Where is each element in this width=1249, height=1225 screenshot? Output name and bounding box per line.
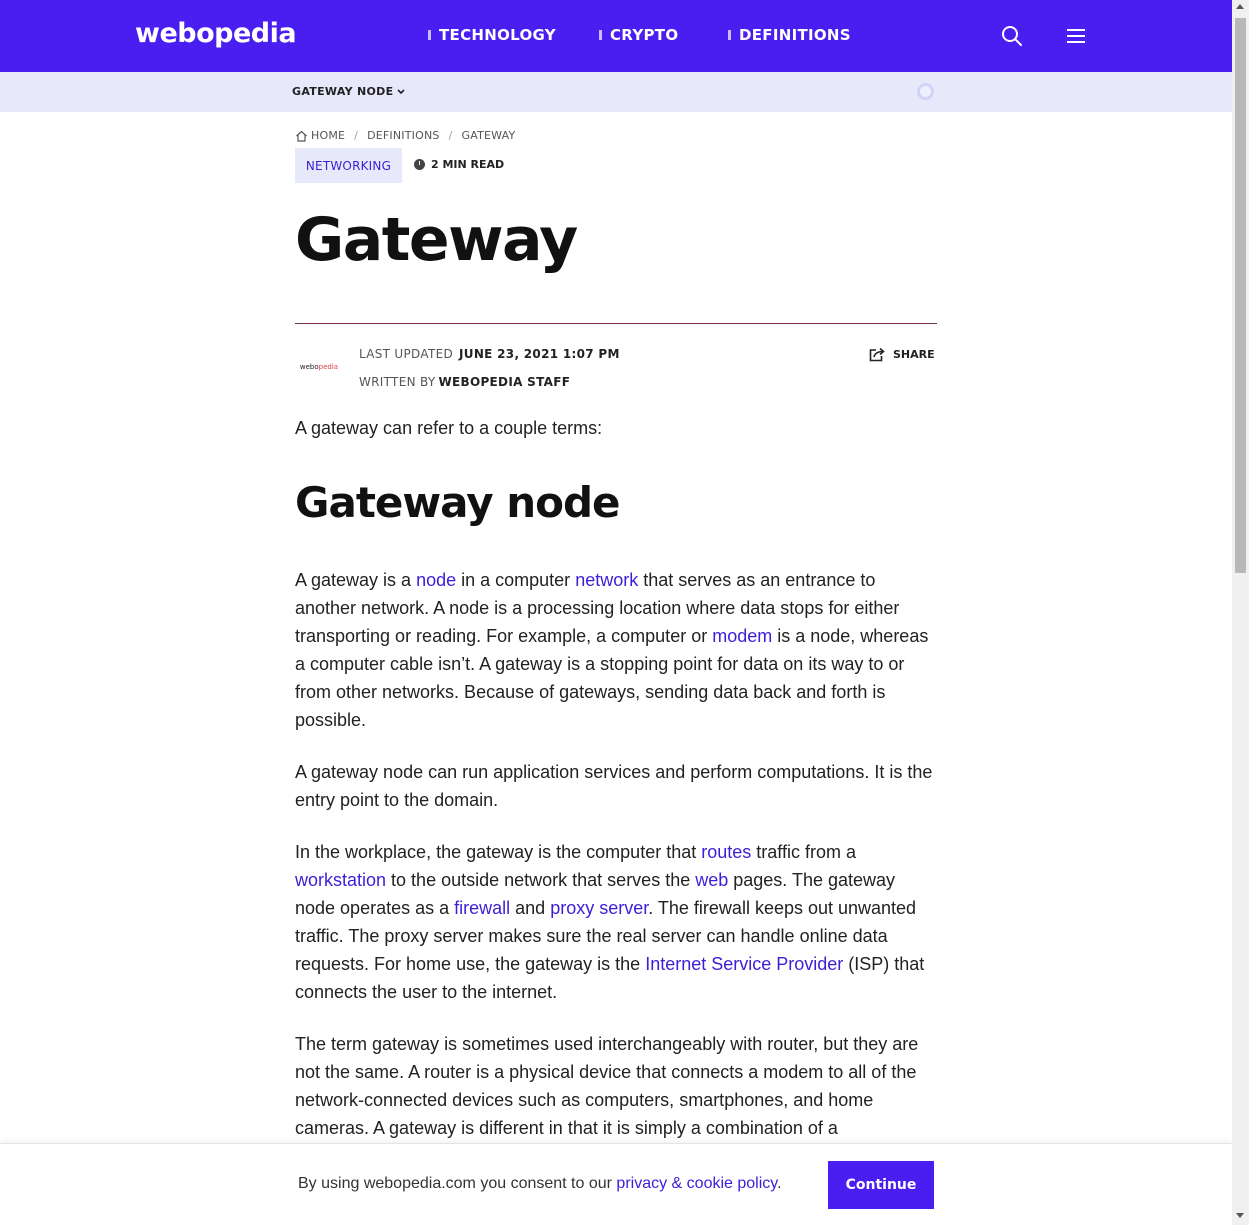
webopedia-logo[interactable]: webopedia xyxy=(135,18,297,49)
share-button[interactable]: SHARE xyxy=(869,347,935,362)
home-icon xyxy=(296,130,307,142)
link-routes[interactable]: routes xyxy=(701,842,751,862)
author-name[interactable]: WEBOPEDIA STAFF xyxy=(438,375,570,389)
author-avatar-text: webo xyxy=(299,363,319,371)
nav-marker-icon xyxy=(599,30,602,40)
top-navbar: webopedia TECHNOLOGY CRYPTO DEFINITIONS xyxy=(0,0,1232,72)
consent-text: By using webopedia.com you consent to ou… xyxy=(298,1175,617,1192)
link-proxy-server[interactable]: proxy server xyxy=(550,898,648,918)
continue-button[interactable]: Continue xyxy=(828,1161,934,1209)
article-paragraph: A gateway node can run application servi… xyxy=(295,762,933,810)
nav-marker-icon xyxy=(428,30,431,40)
link-workstation[interactable]: workstation xyxy=(295,870,386,890)
reading-progress-icon xyxy=(917,83,934,100)
share-label: SHARE xyxy=(893,348,935,361)
hamburger-menu-icon[interactable] xyxy=(1064,24,1088,48)
nav-link-definitions[interactable]: DEFINITIONS xyxy=(728,26,851,44)
last-updated-label: LAST UPDATED xyxy=(359,347,454,361)
breadcrumb-home[interactable]: HOME xyxy=(295,129,345,142)
text: in a computer xyxy=(456,570,576,590)
consent-message: By using webopedia.com you consent to ou… xyxy=(298,1175,782,1193)
page-title: Gateway xyxy=(295,205,578,275)
cookie-consent-banner: By using webopedia.com you consent to ou… xyxy=(0,1143,1232,1225)
breadcrumb-separator: / xyxy=(354,129,359,142)
privacy-policy-link[interactable]: privacy & cookie policy xyxy=(616,1175,777,1192)
search-icon[interactable] xyxy=(1000,24,1024,48)
written-by-label: WRITTEN BY xyxy=(359,375,436,389)
link-isp[interactable]: Internet Service Provider xyxy=(645,954,843,974)
scrollbar-thumb[interactable] xyxy=(1235,18,1246,573)
toc-dropdown[interactable]: GATEWAY NODE xyxy=(292,85,406,98)
author-avatar-text-accent: pedia xyxy=(318,363,339,371)
section-heading: Gateway node xyxy=(295,478,621,527)
breadcrumb-separator: / xyxy=(448,129,453,142)
text: In the workplace, the gateway is the com… xyxy=(295,842,702,862)
clock-icon xyxy=(414,159,425,170)
link-network[interactable]: network xyxy=(575,570,638,590)
link-firewall[interactable]: firewall xyxy=(454,898,510,918)
nav-link-crypto[interactable]: CRYPTO xyxy=(599,26,678,44)
text: traffic from a xyxy=(751,842,856,862)
nav-link-label: TECHNOLOGY xyxy=(439,26,556,44)
text: and xyxy=(510,898,551,918)
read-time: 2 MIN READ xyxy=(414,158,504,171)
breadcrumb-home-label: HOME xyxy=(311,129,346,142)
toc-dropdown-label: GATEWAY NODE xyxy=(292,85,394,98)
breadcrumb-gateway[interactable]: GATEWAY xyxy=(461,129,515,142)
link-node[interactable]: node xyxy=(416,570,456,590)
last-updated: LAST UPDATED JUNE 23, 2021 1:07 PM xyxy=(359,347,620,361)
scroll-up-icon[interactable] xyxy=(1236,4,1244,9)
title-divider xyxy=(295,323,937,324)
article-intro: A gateway can refer to a couple terms: xyxy=(295,418,603,438)
nav-link-label: CRYPTO xyxy=(610,26,679,44)
breadcrumb-definitions[interactable]: DEFINITIONS xyxy=(367,129,440,142)
article-paragraph: The term gateway is sometimes used inter… xyxy=(295,1034,919,1138)
link-modem[interactable]: modem xyxy=(712,626,772,646)
consent-period: . xyxy=(777,1175,782,1192)
article-paragraph: A gateway is a node in a computer networ… xyxy=(295,566,940,734)
author-avatar: webo pedia xyxy=(295,350,343,384)
read-time-label: 2 MIN READ xyxy=(431,158,505,171)
nav-link-technology[interactable]: TECHNOLOGY xyxy=(428,26,556,44)
nav-marker-icon xyxy=(728,30,731,40)
written-by: WRITTEN BY WEBOPEDIA STAFF xyxy=(359,375,570,389)
link-web[interactable]: web xyxy=(695,870,728,890)
sticky-subnav: GATEWAY NODE xyxy=(0,72,1232,112)
nav-link-label: DEFINITIONS xyxy=(739,26,851,44)
category-tag[interactable]: NETWORKING xyxy=(295,148,402,183)
share-icon xyxy=(869,347,885,362)
text: A gateway is a xyxy=(295,570,417,590)
last-updated-value: JUNE 23, 2021 1:07 PM xyxy=(459,347,620,361)
breadcrumb: HOME / DEFINITIONS / GATEWAY xyxy=(295,129,515,142)
text: to the outside network that serves the xyxy=(386,870,696,890)
scroll-down-icon[interactable] xyxy=(1236,1213,1244,1218)
chevron-down-icon xyxy=(397,88,405,94)
article-paragraph: In the workplace, the gateway is the com… xyxy=(295,838,940,1006)
